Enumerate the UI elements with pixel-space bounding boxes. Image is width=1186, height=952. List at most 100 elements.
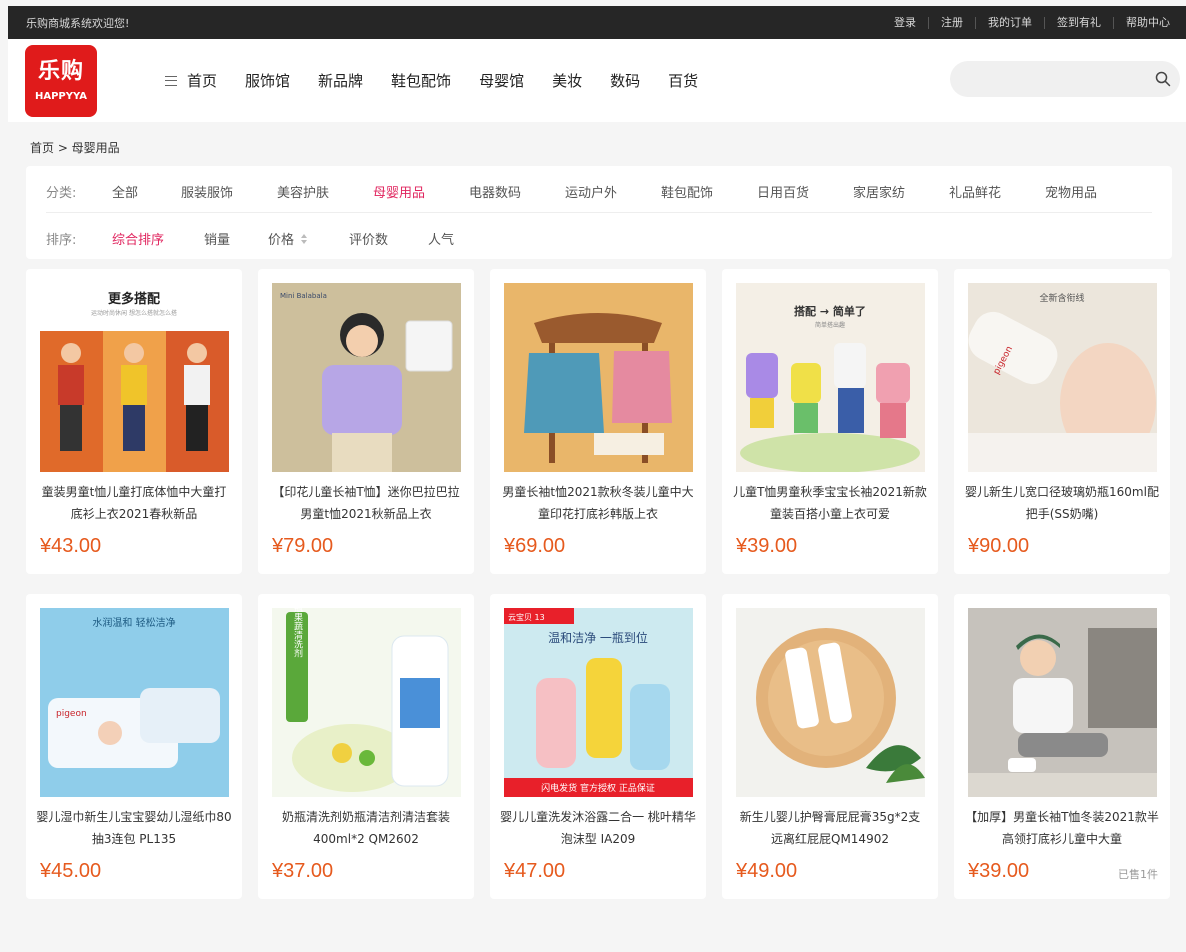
nav-apparel[interactable]: 服饰馆 <box>245 70 290 91</box>
menu-icon <box>165 75 177 86</box>
header: 乐购 HAPPYYA 首页 服饰馆 新品牌 鞋包配饰 母婴馆 美妆 数码 百货 <box>8 39 1186 122</box>
product-title[interactable]: 儿童T恤男童秋季宝宝长袖2021新款童装百搭小童上衣可爱 <box>732 481 928 525</box>
image-subline: 闪电发货 官方授权 正品保证 <box>541 782 655 794</box>
product-image[interactable]: 云宝贝 13 温和洁净 一瓶到位 闪电发货 官方授权 正品保证 <box>504 608 693 797</box>
product-image[interactable] <box>736 608 925 797</box>
help-center-link[interactable]: 帮助中心 <box>1113 16 1170 29</box>
category-shoes-bags[interactable]: 鞋包配饰 <box>661 182 757 201</box>
register-link[interactable]: 注册 <box>928 16 975 29</box>
filter-panel: 分类: 全部 服装服饰 美容护肤 母婴用品 电器数码 运动户外 鞋包配饰 日用百… <box>26 166 1172 259</box>
product-title[interactable]: 新生儿婴儿护臀膏屁屁膏35g*2支 远离红屁屁QM14902 <box>732 806 928 850</box>
product-price: ¥79.00 <box>272 535 334 557</box>
page: 乐购商城系统欢迎您! 登录 注册 我的订单 签到有礼 帮助中心 乐购 HAPPY… <box>8 6 1186 952</box>
top-links: 登录 注册 我的订单 签到有礼 帮助中心 <box>882 16 1170 29</box>
logo[interactable]: 乐购 HAPPYYA <box>25 44 97 117</box>
product-title[interactable]: 婴儿儿童洗发沐浴露二合一 桃叶精华 泡沫型 IA209 <box>500 806 696 850</box>
product-card[interactable]: 水润温和 轻松洁净 pigeon 婴儿湿巾新生儿宝宝婴幼儿湿纸巾80抽3连包 P… <box>26 594 242 899</box>
search-input[interactable] <box>950 71 1146 87</box>
product-image[interactable]: 奶瓶果蔬清洗剂 <box>272 608 461 797</box>
product-card[interactable]: 云宝贝 13 温和洁净 一瓶到位 闪电发货 官方授权 正品保证 婴儿儿童洗发沐浴… <box>490 594 706 899</box>
category-outdoor[interactable]: 运动户外 <box>565 182 661 201</box>
product-image[interactable]: 更多搭配 运动时尚休闲 想怎么搭就怎么搭 <box>40 283 229 472</box>
product-title[interactable]: 婴儿新生儿宽口径玻璃奶瓶160ml配把手(SS奶嘴) <box>964 481 1160 525</box>
category-pets[interactable]: 宠物用品 <box>1045 182 1125 201</box>
product-title[interactable]: 【加厚】男童长袖T恤冬装2021款半高领打底衫儿童中大童 <box>964 806 1160 850</box>
main-nav: 首页 服饰馆 新品牌 鞋包配饰 母婴馆 美妆 数码 百货 <box>165 70 726 91</box>
image-headline: 更多搭配 <box>108 291 160 307</box>
product-title[interactable]: 【印花儿童长袖T恤】迷你巴拉巴拉男童t恤2021秋新品上衣 <box>268 481 464 525</box>
product-price: ¥37.00 <box>272 860 334 882</box>
product-image[interactable]: 全新含衔线 pigeon <box>968 283 1157 472</box>
search-box <box>950 61 1180 97</box>
top-bar: 乐购商城系统欢迎您! 登录 注册 我的订单 签到有礼 帮助中心 <box>8 6 1186 39</box>
product-price: ¥39.00 <box>736 535 798 557</box>
sort-row: 排序: 综合排序 销量 价格 评价数 人气 <box>46 229 488 248</box>
sort-popularity[interactable]: 人气 <box>428 229 488 248</box>
category-daily[interactable]: 日用百货 <box>757 182 853 201</box>
sort-price-label: 价格 <box>268 233 295 248</box>
image-headline: 温和洁净 一瓶到位 <box>548 630 648 645</box>
product-sold: 已售1件 <box>1118 868 1158 881</box>
product-image[interactable] <box>968 608 1157 797</box>
product-card[interactable]: 男童长袖t恤2021款秋冬装儿童中大童印花打底衫韩版上衣 ¥69.00 <box>490 269 706 574</box>
filter-divider <box>46 212 1152 213</box>
product-image[interactable] <box>504 283 693 472</box>
product-title[interactable]: 婴儿湿巾新生儿宝宝婴幼儿湿纸巾80抽3连包 PL135 <box>36 806 232 850</box>
category-home[interactable]: 家居家纺 <box>853 182 949 201</box>
product-card[interactable]: 新生儿婴儿护臀膏屁屁膏35g*2支 远离红屁屁QM14902 ¥49.00 <box>722 594 938 899</box>
sort-label: 排序: <box>46 233 77 248</box>
checkin-link[interactable]: 签到有礼 <box>1044 16 1113 29</box>
product-price: ¥43.00 <box>40 535 102 557</box>
image-headline: 水润温和 轻松洁净 <box>92 616 175 629</box>
category-label: 分类: <box>46 186 77 201</box>
nav-new-brands[interactable]: 新品牌 <box>318 70 363 91</box>
nav-digital[interactable]: 数码 <box>610 70 640 91</box>
category-all[interactable]: 全部 <box>112 182 181 201</box>
search-icon[interactable] <box>1146 71 1180 87</box>
product-title[interactable]: 奶瓶清洗剂奶瓶清洁剂清洁套装400ml*2 QM2602 <box>268 806 464 850</box>
logo-text-cn: 乐购 <box>37 59 84 84</box>
product-image[interactable]: 水润温和 轻松洁净 pigeon <box>40 608 229 797</box>
welcome-text: 乐购商城系统欢迎您! <box>26 16 130 30</box>
image-subline: 运动时尚休闲 想怎么搭就怎么搭 <box>91 309 177 317</box>
product-card[interactable]: Mini Balabala 【印花儿童长袖T恤】迷你巴拉巴拉男童t恤2021秋新… <box>258 269 474 574</box>
sort-reviews[interactable]: 评价数 <box>349 229 428 248</box>
product-title[interactable]: 男童长袖t恤2021款秋冬装儿童中大童印花打底衫韩版上衣 <box>500 481 696 525</box>
category-skincare[interactable]: 美容护肤 <box>277 182 373 201</box>
logo-text-en: HAPPYYA <box>34 91 88 102</box>
product-card[interactable]: 【加厚】男童长袖T恤冬装2021款半高领打底衫儿童中大童 ¥39.00 已售1件 <box>954 594 1170 899</box>
nav-general[interactable]: 百货 <box>668 70 698 91</box>
nav-mother-baby[interactable]: 母婴馆 <box>479 70 524 91</box>
sort-price[interactable]: 价格 <box>268 229 349 248</box>
brand-label: pigeon <box>56 709 87 719</box>
category-row: 分类: 全部 服装服饰 美容护肤 母婴用品 电器数码 运动户外 鞋包配饰 日用百… <box>46 182 1125 201</box>
product-card[interactable]: 搭配 → 简单了 简单搭出趣 儿童T恤男童秋季宝宝长袖2021新款童装百搭小童上… <box>722 269 938 574</box>
product-card[interactable]: 奶瓶果蔬清洗剂 奶瓶清洗剂奶瓶清洁剂清洁套装400ml*2 QM2602 ¥37… <box>258 594 474 899</box>
sort-arrows-icon <box>301 233 308 244</box>
image-subline: 简单搭出趣 <box>815 321 845 329</box>
product-price: ¥45.00 <box>40 860 102 882</box>
category-electronics[interactable]: 电器数码 <box>469 182 565 201</box>
product-image[interactable]: Mini Balabala <box>272 283 461 472</box>
sort-sales[interactable]: 销量 <box>204 229 268 248</box>
category-apparel[interactable]: 服装服饰 <box>181 182 277 201</box>
product-title[interactable]: 童装男童t恤儿童打底体恤中大童打底衫上衣2021春秋新品 <box>36 481 232 525</box>
nav-beauty[interactable]: 美妆 <box>552 70 582 91</box>
my-orders-link[interactable]: 我的订单 <box>975 16 1044 29</box>
product-price: ¥49.00 <box>736 860 798 882</box>
product-card[interactable]: 全新含衔线 pigeon 婴儿新生儿宽口径玻璃奶瓶160ml配把手(SS奶嘴) … <box>954 269 1170 574</box>
login-link[interactable]: 登录 <box>882 16 928 29</box>
sort-default[interactable]: 综合排序 <box>112 229 204 248</box>
product-price: ¥90.00 <box>968 535 1030 557</box>
nav-shoes-bags[interactable]: 鞋包配饰 <box>391 70 451 91</box>
product-price: ¥39.00 <box>968 860 1030 882</box>
product-price: ¥47.00 <box>504 860 566 882</box>
nav-home[interactable]: 首页 <box>165 70 217 91</box>
product-card[interactable]: 更多搭配 运动时尚休闲 想怎么搭就怎么搭 童装男童t恤儿童打底体恤中大童打底衫上… <box>26 269 242 574</box>
nav-home-label: 首页 <box>187 72 218 90</box>
category-mother-baby[interactable]: 母婴用品 <box>373 182 469 201</box>
image-headline: 全新含衔线 <box>1039 292 1084 304</box>
product-price: ¥69.00 <box>504 535 566 557</box>
product-image[interactable]: 搭配 → 简单了 简单搭出趣 <box>736 283 925 472</box>
category-gifts[interactable]: 礼品鲜花 <box>949 182 1045 201</box>
